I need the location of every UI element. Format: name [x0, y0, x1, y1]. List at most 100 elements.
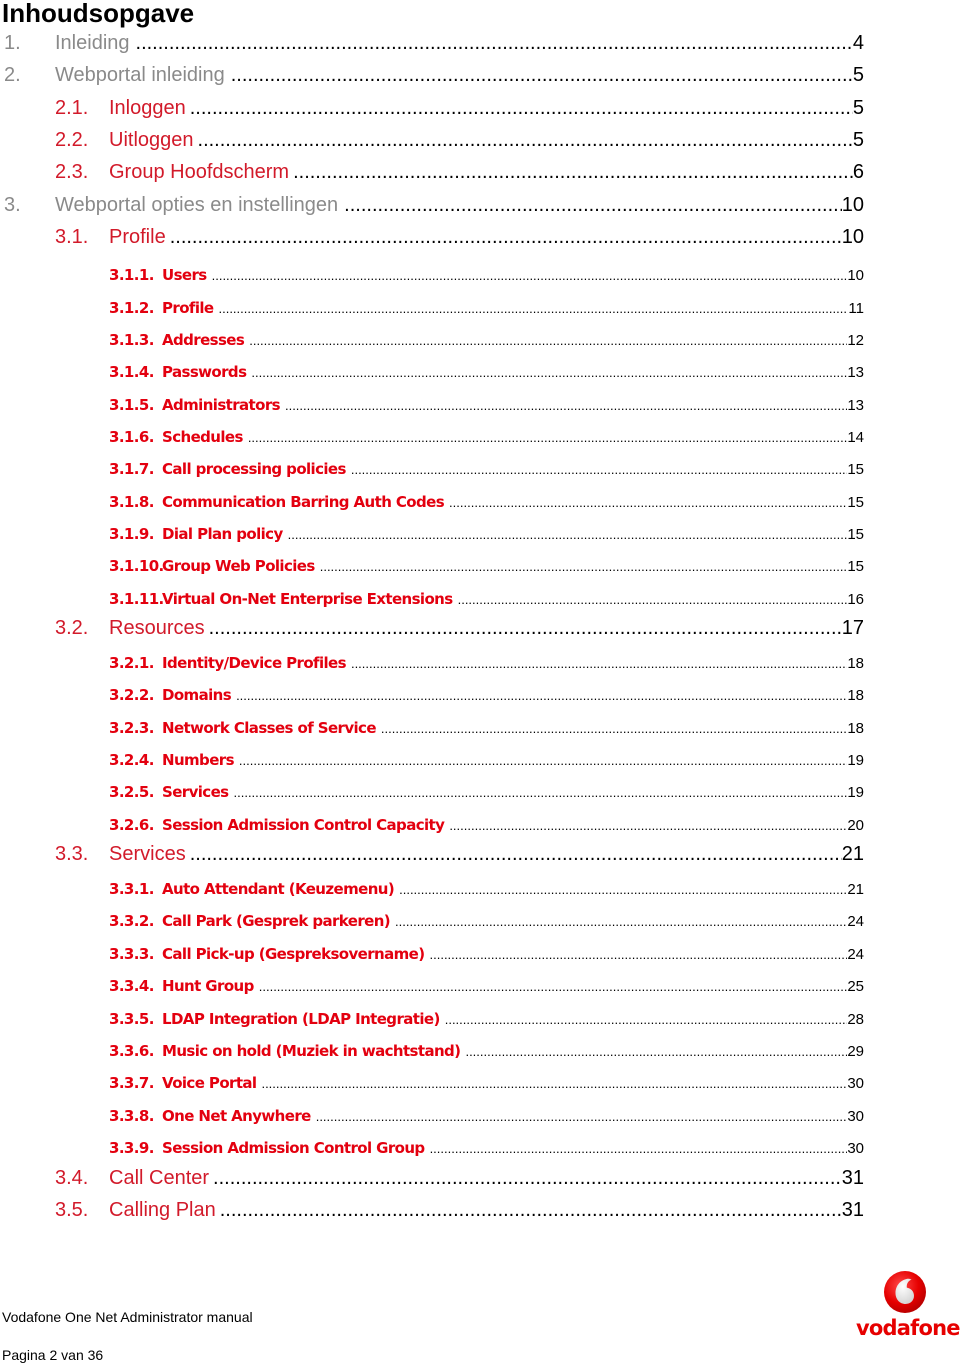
toc-entry-label: Group Hoofdscherm — [109, 161, 290, 183]
toc-dot-leader — [444, 818, 847, 833]
toc-entry-number: 3.1.1. — [109, 266, 154, 284]
toc-entry[interactable]: 3.3.6. Music on hold (Muziek in wachtstan… — [109, 1042, 864, 1064]
toc-entry-number: 3.2.1. — [109, 654, 154, 672]
toc-dot-leader — [244, 333, 847, 348]
toc-entry[interactable]: 3.2.4. Numbers 19 — [109, 751, 864, 773]
toc-entry-page-number: 24 — [847, 946, 864, 963]
toc-entry-number: 3.1.8. — [109, 493, 154, 511]
toc-entry-page-number: 18 — [847, 655, 864, 672]
toc-entry-page-number: 21 — [841, 843, 864, 865]
toc-dot-leader — [186, 97, 853, 120]
toc-entry[interactable]: 3.1.11. Virtual On-Net Enterprise Extensi… — [109, 590, 864, 612]
vodafone-speechmark-icon — [884, 1271, 926, 1313]
toc-entry[interactable]: 3. Webportal opties en instellingen 10 — [4, 194, 864, 222]
toc-entry-page-number: 30 — [847, 1075, 864, 1092]
toc-entry-number: 3.2. — [55, 617, 89, 639]
toc-entry-number: 2.1. — [55, 97, 89, 119]
footer-page-indicator: Pagina 2 van 36 — [2, 1347, 104, 1363]
toc-entry-number: 3.3.7. — [109, 1074, 154, 1092]
toc-entry-page-number: 18 — [847, 720, 864, 737]
toc-entry-page-number: 17 — [841, 617, 864, 639]
toc-entry-number: 3.1. — [55, 226, 89, 248]
toc-entry-label: Call processing policies — [162, 460, 346, 478]
toc-entry-number: 3.3.8. — [109, 1107, 154, 1125]
toc-entry-label: Dial Plan policy — [162, 525, 283, 543]
toc-entry[interactable]: 3.1. Profile 10 — [55, 226, 864, 254]
toc-entry-label: Call Park (Gesprek parkeren) — [162, 912, 391, 930]
toc-entry-page-number: 31 — [841, 1199, 864, 1221]
toc-entry-label: Profile — [162, 299, 214, 317]
toc-entry-page-number: 28 — [847, 1011, 864, 1028]
toc-entry-label: Call Center — [109, 1167, 210, 1189]
toc-entry[interactable]: 2.1. Inloggen 5 — [55, 97, 864, 125]
toc-entry[interactable]: 3.2.1. Identity/Device Profiles 18 — [109, 654, 864, 676]
toc-entry-page-number: 30 — [847, 1108, 864, 1125]
toc-dot-leader — [207, 268, 848, 283]
toc-dot-leader — [315, 559, 848, 574]
toc-entry-label: Virtual On-Net Enterprise Extensions — [162, 590, 453, 608]
toc-dot-leader — [283, 527, 848, 542]
toc-entry[interactable]: 3.3.4. Hunt Group 25 — [109, 977, 864, 999]
toc-entry[interactable]: 2.2. Uitloggen 5 — [55, 129, 864, 157]
page-title: Inhoudsopgave — [2, 0, 195, 28]
toc-entry-label: Auto Attendant (Keuzemenu) — [162, 880, 395, 898]
toc-entry-page-number: 14 — [847, 429, 864, 446]
toc-entry[interactable]: 3.3.9. Session Admission Control Group 30 — [109, 1139, 864, 1161]
toc-entry-number: 3.1.3. — [109, 331, 154, 349]
toc-entry[interactable]: 3.3. Services 21 — [55, 843, 864, 871]
toc-entry-number: 3.1.7. — [109, 460, 154, 478]
toc-entry[interactable]: 3.4. Call Center 31 — [55, 1167, 864, 1195]
toc-entry[interactable]: 2.3. Group Hoofdscherm 6 — [55, 161, 864, 189]
toc-entry-page-number: 12 — [847, 332, 864, 349]
toc-entry-label: One Net Anywhere — [162, 1107, 311, 1125]
toc-dot-leader — [390, 914, 847, 929]
toc-entry-label: Inleiding — [55, 32, 130, 54]
toc-entry-number: 3.2.4. — [109, 751, 154, 769]
toc-entry[interactable]: 3.1.7. Call processing policies 15 — [109, 460, 864, 482]
toc-entry-number: 3.3.3. — [109, 945, 154, 963]
toc-entry-page-number: 30 — [847, 1140, 864, 1157]
toc-entry[interactable]: 1. Inleiding 4 — [4, 32, 864, 60]
toc-entry-label: Resources — [109, 617, 205, 639]
toc-dot-leader — [444, 495, 847, 510]
toc-entry[interactable]: 3.3.2. Call Park (Gesprek parkeren) 24 — [109, 912, 864, 934]
toc-entry[interactable]: 3.1.6. Schedules 14 — [109, 428, 864, 450]
toc-entry[interactable]: 3.1.4. Passwords 13 — [109, 363, 864, 385]
toc-entry[interactable]: 3.1.10.Group Web Policies 15 — [109, 557, 864, 579]
toc-entry[interactable]: 3.2. Resources 17 — [55, 617, 864, 645]
toc-entry-number: 3.1.5. — [109, 396, 154, 414]
toc-dot-leader — [289, 161, 853, 184]
toc-entry-page-number: 15 — [847, 461, 864, 478]
toc-dot-leader — [166, 226, 842, 249]
toc-entry[interactable]: 3.3.7. Voice Portal 30 — [109, 1074, 864, 1096]
toc-entry-page-number: 15 — [847, 494, 864, 511]
toc-entry-number: 1. — [4, 32, 21, 54]
toc-entry[interactable]: 3.1.5. Administrators 13 — [109, 396, 864, 418]
toc-entry[interactable]: 3.3.5. LDAP Integration (LDAP Integratie)… — [109, 1010, 864, 1032]
toc-entry[interactable]: 3.3.3. Call Pick-up (Gespreksovername) 24 — [109, 945, 864, 967]
toc-entry[interactable]: 3.1.1. Users 10 — [109, 266, 864, 288]
toc-entry-number: 3.2.3. — [109, 719, 154, 737]
toc-entry-label: Passwords — [162, 363, 247, 381]
toc-entry-number: 3.2.2. — [109, 686, 154, 704]
toc-entry[interactable]: 3.1.9. Dial Plan policy 15 — [109, 525, 864, 547]
toc-entry[interactable]: 3.2.5. Services 19 — [109, 783, 864, 805]
toc-entry[interactable]: 3.2.6. Session Admission Control Capacity… — [109, 816, 864, 838]
toc-entry[interactable]: 3.1.3. Addresses 12 — [109, 331, 864, 353]
toc-entry-page-number: 31 — [841, 1167, 864, 1189]
toc-dot-leader — [311, 1109, 848, 1124]
toc-dot-leader — [130, 32, 853, 55]
toc-entry-number: 2. — [4, 64, 21, 86]
toc-entry[interactable]: 3.5. Calling Plan 31 — [55, 1199, 864, 1227]
toc-entry[interactable]: 3.3.8. One Net Anywhere 30 — [109, 1107, 864, 1129]
toc-entry[interactable]: 3.2.2. Domains 18 — [109, 686, 864, 708]
toc-dot-leader — [280, 398, 847, 413]
toc-entry[interactable]: 3.1.2. Profile 11 — [109, 299, 864, 321]
toc-entry[interactable]: 3.1.8. Communication Barring Auth Codes 15 — [109, 493, 864, 515]
toc-entry[interactable]: 3.2.3. Network Classes of Service 18 — [109, 719, 864, 741]
toc-entry[interactable]: 3.3.1. Auto Attendant (Keuzemenu) 21 — [109, 880, 864, 902]
toc-entry-label: Session Admission Control Capacity — [162, 816, 445, 834]
toc-entry-label: Voice Portal — [162, 1074, 257, 1092]
toc-dot-leader — [234, 753, 847, 768]
toc-entry[interactable]: 2. Webportal inleiding 5 — [4, 64, 864, 92]
